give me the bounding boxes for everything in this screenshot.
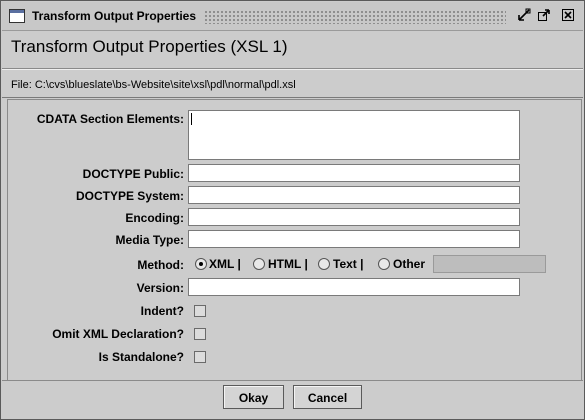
doctype-public-label: DOCTYPE Public: <box>82 167 184 181</box>
indent-label: Indent? <box>140 304 184 318</box>
method-html-label[interactable]: HTML | <box>268 257 308 271</box>
method-xml-radio[interactable] <box>195 258 207 270</box>
title-bar-grip <box>204 10 506 24</box>
header-divider <box>2 68 583 70</box>
omit-xml-checkbox[interactable] <box>194 328 206 340</box>
method-other-radio[interactable] <box>378 258 390 270</box>
close-icon[interactable] <box>561 8 575 22</box>
dialog-header: Transform Output Properties (XSL 1) File… <box>2 31 583 98</box>
cancel-button[interactable]: Cancel <box>293 385 362 409</box>
method-html-radio[interactable] <box>253 258 265 270</box>
window-icon <box>9 9 25 23</box>
method-text-radio[interactable] <box>318 258 330 270</box>
title-bar[interactable]: Transform Output Properties <box>2 2 583 31</box>
method-xml-label[interactable]: XML | <box>209 257 241 271</box>
encoding-field[interactable] <box>188 208 520 226</box>
indent-checkbox[interactable] <box>194 305 206 317</box>
minimize-icon[interactable] <box>517 8 531 22</box>
version-field[interactable] <box>188 278 520 296</box>
properties-form: CDATA Section Elements: DOCTYPE Public: … <box>7 99 582 381</box>
footer-divider <box>2 380 583 381</box>
text-caret <box>191 113 192 125</box>
doctype-public-field[interactable] <box>188 164 520 182</box>
cdata-field[interactable] <box>188 110 520 160</box>
standalone-checkbox[interactable] <box>194 351 206 363</box>
standalone-label: Is Standalone? <box>98 350 184 364</box>
dialog-window: Transform Output Properties Transform Ou… <box>0 0 585 420</box>
page-title: Transform Output Properties (XSL 1) <box>11 37 288 56</box>
media-type-field[interactable] <box>188 230 520 248</box>
method-other-label[interactable]: Other <box>393 257 425 271</box>
window-title: Transform Output Properties <box>32 9 197 23</box>
okay-button[interactable]: Okay <box>223 385 284 409</box>
file-path: File: C:\cvs\blueslate\bs-Website\site\x… <box>11 79 296 91</box>
omit-xml-label: Omit XML Declaration? <box>52 327 184 341</box>
doctype-system-field[interactable] <box>188 186 520 204</box>
version-label: Version: <box>136 281 184 295</box>
method-text-label[interactable]: Text | <box>333 257 363 271</box>
media-type-label: Media Type: <box>115 233 184 247</box>
method-other-field[interactable] <box>433 255 546 273</box>
maximize-icon[interactable] <box>537 8 551 22</box>
doctype-system-label: DOCTYPE System: <box>75 189 184 203</box>
cdata-label: CDATA Section Elements: <box>36 112 184 126</box>
encoding-label: Encoding: <box>125 211 184 225</box>
